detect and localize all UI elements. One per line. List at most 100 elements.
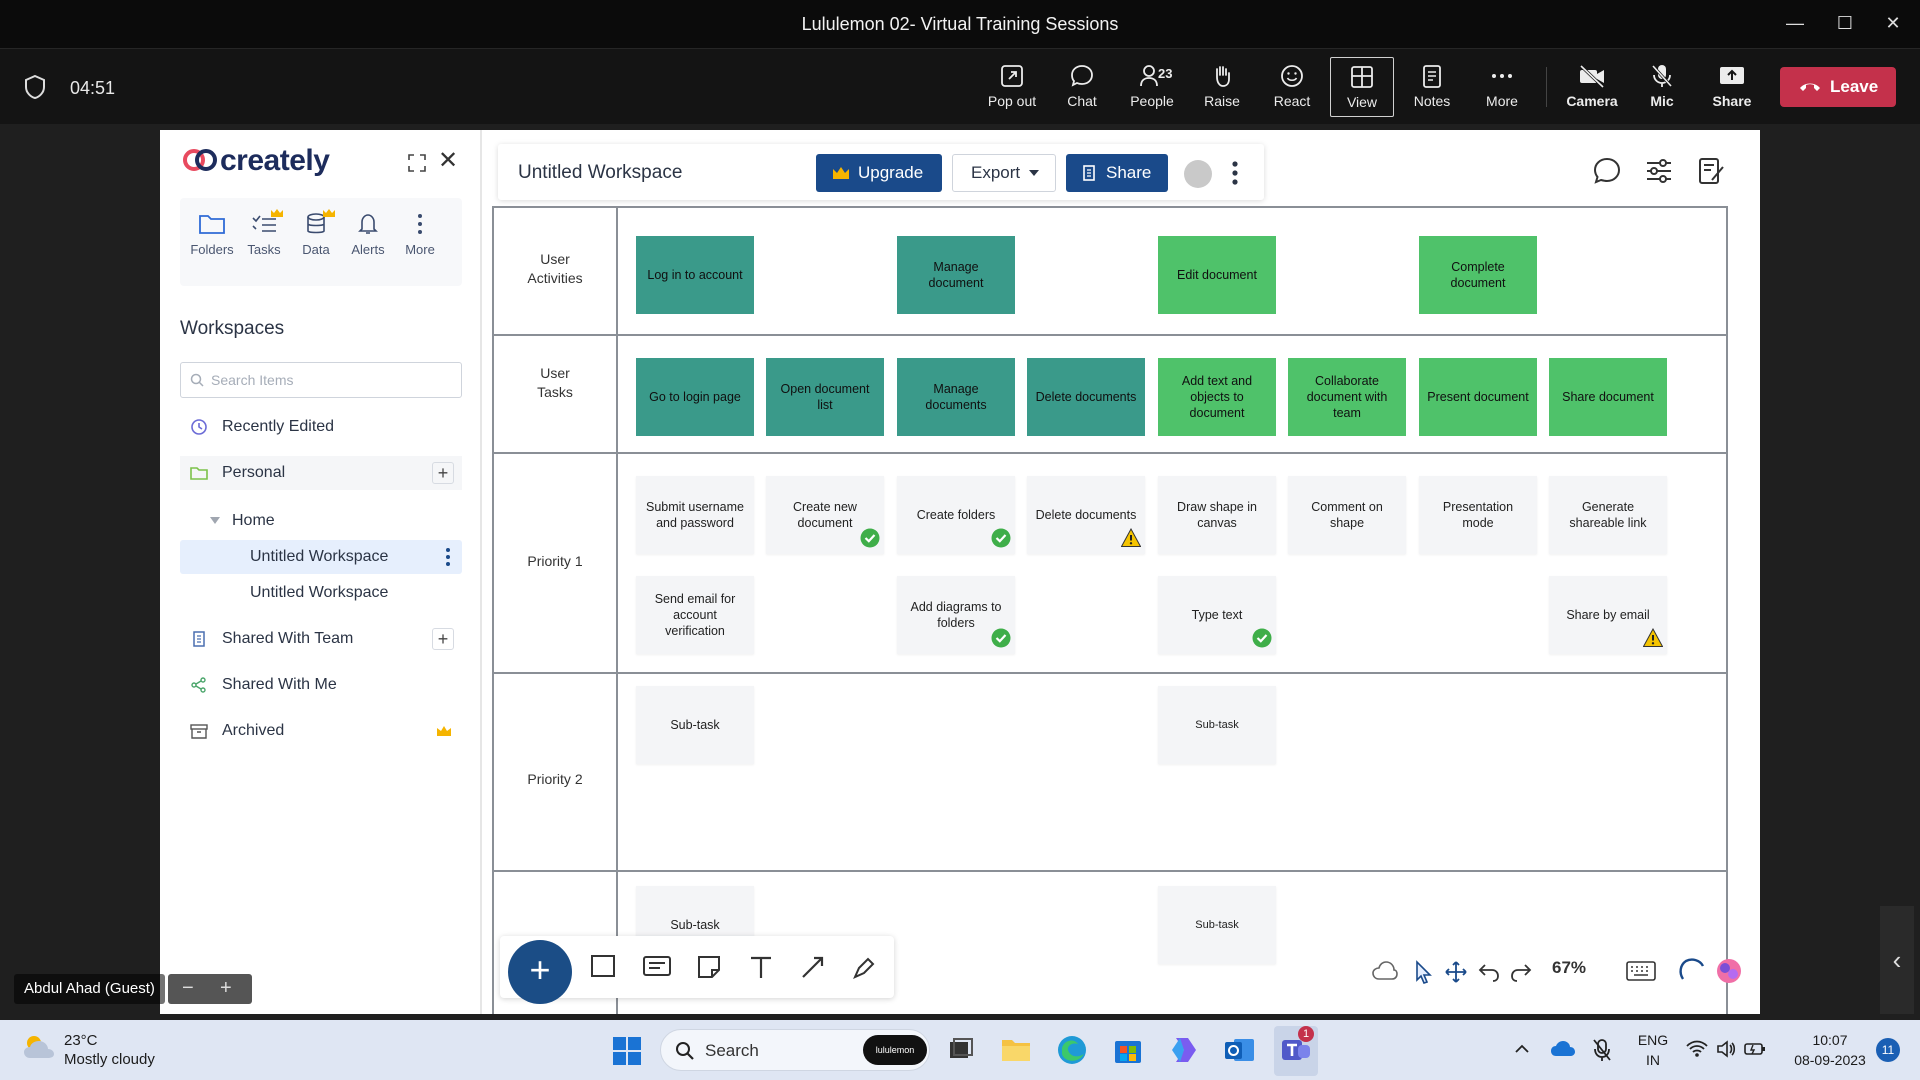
- activity-card[interactable]: Edit document: [1158, 236, 1276, 314]
- chevron-left-icon[interactable]: ‹: [1880, 906, 1914, 1014]
- subtask-card[interactable]: Sub-task: [1158, 686, 1276, 764]
- onedrive-icon[interactable]: [1550, 1040, 1576, 1058]
- ai-brain-icon[interactable]: [1714, 956, 1744, 986]
- chat-button[interactable]: Chat: [1050, 57, 1114, 117]
- story-card[interactable]: Send email for account verification: [636, 576, 754, 654]
- nav-data[interactable]: Data: [290, 209, 342, 257]
- shared-with-me-item[interactable]: Shared With Me: [180, 668, 462, 702]
- task-view-icon[interactable]: [942, 1032, 978, 1068]
- zoom-out-button[interactable]: −: [182, 978, 194, 998]
- task-card[interactable]: Present document: [1419, 358, 1537, 436]
- story-card[interactable]: Add diagrams to folders: [897, 576, 1015, 654]
- task-card[interactable]: Open document list: [766, 358, 884, 436]
- nav-more[interactable]: More: [394, 212, 446, 257]
- archived-item[interactable]: Archived: [180, 714, 462, 748]
- share-button[interactable]: Share: [1066, 154, 1168, 192]
- people-button[interactable]: 23 People: [1120, 57, 1184, 117]
- zoom-level[interactable]: 67%: [1552, 958, 1586, 978]
- outlook-icon[interactable]: [1222, 1032, 1258, 1068]
- story-card[interactable]: Comment on shape: [1288, 476, 1406, 554]
- keyboard-icon[interactable]: [1626, 960, 1656, 982]
- story-card[interactable]: Delete documents: [1027, 476, 1145, 554]
- clock-date[interactable]: 08-09-2023: [1780, 1052, 1880, 1068]
- undo-icon[interactable]: [1478, 962, 1500, 982]
- upgrade-button[interactable]: Upgrade: [816, 154, 942, 192]
- task-card[interactable]: Share document: [1549, 358, 1667, 436]
- text-tool-icon[interactable]: [748, 954, 774, 980]
- notes-button[interactable]: Notes: [1400, 57, 1464, 117]
- task-card[interactable]: Manage documents: [897, 358, 1015, 436]
- store-icon[interactable]: [1110, 1032, 1146, 1068]
- diagram-canvas[interactable]: User Activities User Tasks Priority 1 Pr…: [492, 206, 1760, 1014]
- story-card[interactable]: Draw shape in canvas: [1158, 476, 1276, 554]
- rectangle-tool-icon[interactable]: [590, 954, 616, 978]
- zoom-in-button[interactable]: +: [220, 978, 232, 998]
- language-region[interactable]: IN: [1628, 1052, 1678, 1068]
- workspace-item[interactable]: Untitled Workspace: [180, 576, 462, 610]
- vertical-dots-icon[interactable]: [446, 547, 450, 567]
- settings-sliders-icon[interactable]: [1644, 156, 1674, 186]
- pointer-icon[interactable]: [1412, 960, 1434, 984]
- copilot-icon[interactable]: [1166, 1032, 1202, 1068]
- add-team-button[interactable]: +: [432, 628, 454, 650]
- story-card[interactable]: Generate shareable link: [1549, 476, 1667, 554]
- subtask-card[interactable]: Sub-task: [1158, 886, 1276, 964]
- task-card[interactable]: Collaborate document with team: [1288, 358, 1406, 436]
- mic-button[interactable]: Mic: [1630, 57, 1694, 117]
- nav-alerts[interactable]: Alerts: [342, 212, 394, 257]
- activity-card[interactable]: Manage document: [897, 236, 1015, 314]
- activity-card[interactable]: Log in to account: [636, 236, 754, 314]
- story-card[interactable]: Type text: [1158, 576, 1276, 654]
- chevron-up-icon[interactable]: [1514, 1044, 1530, 1054]
- personal-folder[interactable]: Personal +: [180, 456, 462, 490]
- task-card[interactable]: Go to login page: [636, 358, 754, 436]
- workspace-name[interactable]: Untitled Workspace: [518, 162, 682, 184]
- notification-count-badge[interactable]: 11: [1876, 1038, 1900, 1062]
- task-card[interactable]: Add text and objects to document: [1158, 358, 1276, 436]
- raise-hand-button[interactable]: Raise: [1190, 57, 1254, 117]
- redo-icon[interactable]: [1510, 962, 1532, 982]
- search-items-input[interactable]: [211, 363, 451, 397]
- story-card[interactable]: Create new document: [766, 476, 884, 554]
- expand-icon[interactable]: [408, 154, 426, 172]
- add-personal-button[interactable]: +: [432, 462, 454, 484]
- story-card[interactable]: Presentation mode: [1419, 476, 1537, 554]
- battery-icon[interactable]: [1744, 1040, 1766, 1058]
- task-card[interactable]: Delete documents: [1027, 358, 1145, 436]
- leave-button[interactable]: Leave: [1780, 67, 1896, 107]
- view-button[interactable]: View: [1330, 57, 1394, 117]
- story-card[interactable]: Share by email: [1549, 576, 1667, 654]
- story-card[interactable]: Create folders: [897, 476, 1015, 554]
- language-code[interactable]: ENG: [1628, 1032, 1678, 1048]
- more-button[interactable]: More: [1470, 57, 1534, 117]
- file-explorer-icon[interactable]: [998, 1032, 1034, 1068]
- comment-icon[interactable]: [1592, 156, 1622, 186]
- share-screen-button[interactable]: Share: [1700, 57, 1764, 117]
- edge-browser-icon[interactable]: [1054, 1032, 1090, 1068]
- workspace-item-selected[interactable]: Untitled Workspace: [180, 540, 462, 574]
- mic-muted-tray-icon[interactable]: [1592, 1038, 1612, 1062]
- connector-tool-icon[interactable]: [800, 954, 826, 980]
- clock-time[interactable]: 10:07: [1780, 1032, 1880, 1048]
- minimize-button[interactable]: —: [1782, 10, 1808, 36]
- vertical-dots-icon[interactable]: [1232, 160, 1238, 186]
- edit-notes-icon[interactable]: [1696, 156, 1726, 186]
- export-button[interactable]: Export: [952, 154, 1056, 192]
- close-panel-icon[interactable]: ✕: [438, 149, 460, 173]
- story-card[interactable]: Submit username and password: [636, 476, 754, 554]
- taskbar-search[interactable]: Search lululemon: [660, 1029, 930, 1071]
- maximize-button[interactable]: ☐: [1832, 10, 1858, 36]
- close-window-button[interactable]: ✕: [1880, 10, 1906, 36]
- windows-start-icon[interactable]: [612, 1036, 642, 1066]
- react-button[interactable]: React: [1260, 57, 1324, 117]
- avatar[interactable]: [1184, 160, 1212, 188]
- home-folder[interactable]: Home: [180, 504, 462, 538]
- weather-widget[interactable]: 23°C Mostly cloudy: [22, 1032, 155, 1068]
- nav-folders[interactable]: Folders: [186, 212, 238, 257]
- wifi-icon[interactable]: [1686, 1040, 1708, 1058]
- text-box-tool-icon[interactable]: [642, 954, 672, 978]
- subtask-card[interactable]: Sub-task: [636, 686, 754, 764]
- camera-button[interactable]: Camera: [1560, 57, 1624, 117]
- sticky-note-tool-icon[interactable]: [696, 954, 722, 980]
- pan-icon[interactable]: [1444, 960, 1468, 984]
